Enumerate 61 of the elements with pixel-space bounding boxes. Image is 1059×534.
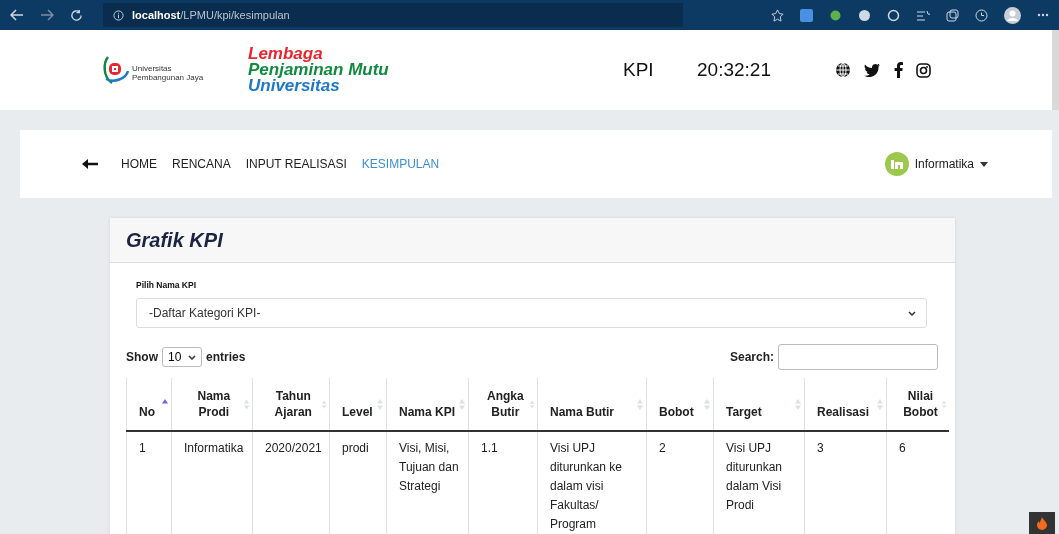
nav-link[interactable]: INPUT REALISASI	[245, 157, 347, 171]
more-icon[interactable]	[1037, 13, 1049, 17]
show-label: Show	[126, 350, 158, 364]
entries-label: entries	[206, 350, 246, 364]
kpi-select[interactable]: -Daftar Kategori KPI-	[136, 298, 927, 328]
search-field[interactable]	[778, 344, 938, 370]
user-menu[interactable]: Informatika	[914, 157, 974, 171]
card-title: Grafik KPI	[126, 228, 223, 252]
table-cell: 6	[899, 441, 906, 455]
page-size-select[interactable]: 10	[162, 347, 202, 367]
search-label: Search:	[729, 350, 774, 364]
column-header[interactable]: Nama Butir	[537, 378, 647, 431]
history-icon[interactable]	[975, 8, 988, 22]
table-cell: 1	[139, 441, 146, 455]
collections-icon[interactable]	[946, 8, 959, 22]
field-label: Pilih Nama KPI	[136, 280, 197, 290]
table-cell: 2020/2021	[265, 441, 322, 455]
address-bar[interactable]: localhost/LPMU/kpi/kesimpulan	[103, 3, 683, 27]
forward-icon[interactable]	[40, 9, 54, 21]
table-cell: prodi	[342, 441, 369, 455]
nav-link[interactable]: KESIMPULAN	[361, 157, 440, 171]
flame-icon	[1037, 516, 1047, 530]
table-cell: 3	[817, 441, 824, 455]
column-header[interactable]: Realisasi	[804, 378, 887, 431]
back-icon[interactable]	[10, 9, 24, 21]
column-header[interactable]: Angka Butir	[468, 378, 538, 431]
chevron-down-icon	[188, 354, 196, 360]
site-title-line: Lembaga	[248, 46, 324, 62]
column-header[interactable]: Nama Prodi	[171, 378, 253, 431]
chevron-down-icon	[908, 310, 916, 316]
column-header[interactable]: Level	[329, 378, 387, 431]
caret-icon[interactable]	[980, 161, 988, 167]
nav-link[interactable]: RENCANA	[172, 157, 231, 171]
refresh-icon[interactable]	[70, 8, 83, 22]
column-header[interactable]: Tahun Ajaran	[252, 378, 330, 431]
table-cell: Visi UPJ diturunkan ke dalam visi Fakultas/ Program	[550, 441, 623, 531]
column-header[interactable]: Bobot	[646, 378, 714, 431]
column-header[interactable]: Target	[713, 378, 805, 431]
table-cell: Visi UPJ diturunkan dalam Visi Prodi	[726, 441, 783, 512]
info-icon	[113, 9, 124, 21]
nav-link[interactable]: HOME	[121, 157, 157, 171]
app-label: KPI	[623, 59, 655, 81]
avatar-icon[interactable]	[1004, 6, 1021, 24]
site-title-line: Penjaminan Mutu	[248, 62, 390, 78]
table-cell: 2	[659, 441, 666, 455]
debug-button[interactable]	[1029, 512, 1055, 534]
column-header[interactable]: Nama KPI	[386, 378, 469, 431]
column-header[interactable]: No	[126, 378, 172, 431]
table-cell: 1.1	[481, 441, 498, 455]
instagram-icon[interactable]	[916, 62, 931, 78]
site-title-line: Universitas	[248, 78, 340, 94]
column-header[interactable]: Nilai Bobot	[886, 378, 949, 431]
twitter-icon[interactable]	[864, 63, 881, 77]
table-cell: Informatika	[184, 441, 244, 455]
favorite-icon[interactable]	[771, 8, 784, 22]
logo-caption: Universitas Pembangunan Jaya	[132, 65, 204, 85]
back-arrow-icon[interactable]	[82, 159, 98, 169]
facebook-icon[interactable]	[894, 62, 903, 78]
university-logo-icon	[102, 55, 130, 85]
clock-text: 20:32:21	[697, 59, 772, 81]
table-cell: Visi, Misi, Tujuan dan Strategi	[399, 441, 459, 493]
